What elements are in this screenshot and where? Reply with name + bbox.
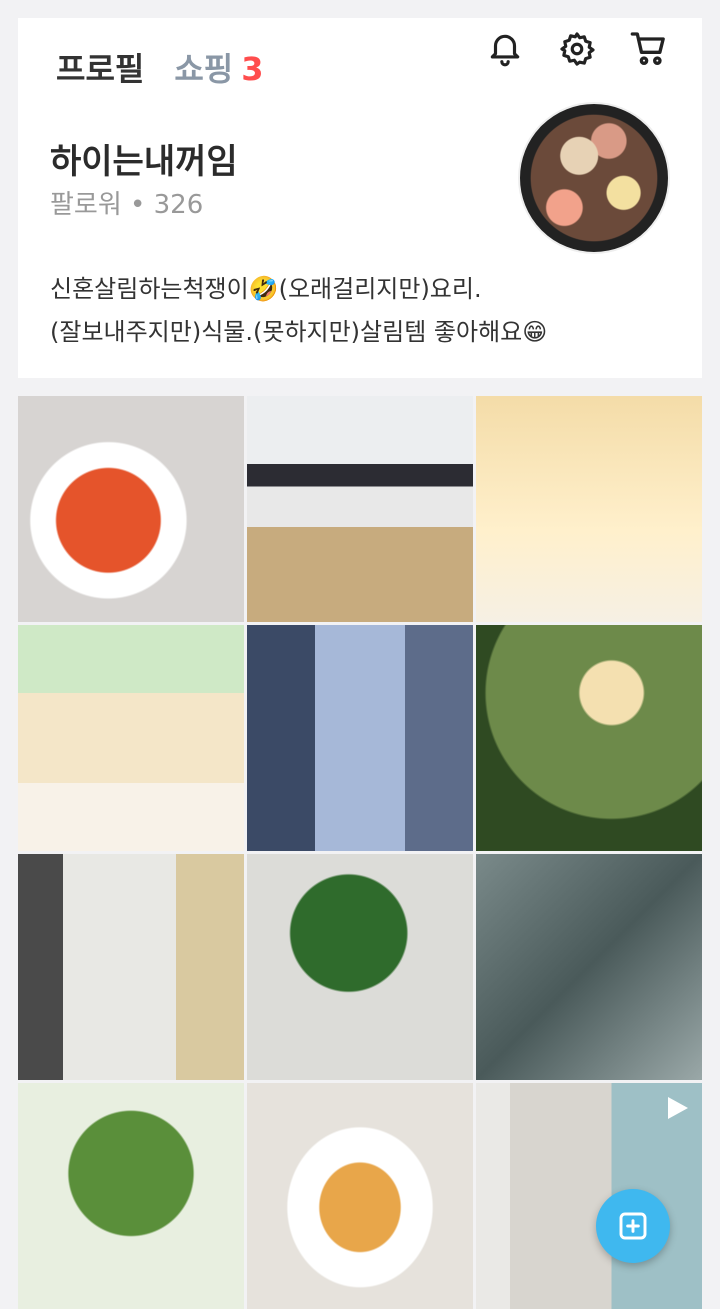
add-post-button[interactable] [596,1189,670,1263]
followers-count: 326 [153,190,204,220]
grid-video-blender[interactable] [476,1083,702,1309]
header-tabs: 프로필 쇼핑 3 [56,44,263,90]
gear-icon[interactable] [556,28,598,70]
cart-icon[interactable] [628,28,670,70]
dot-separator: • [130,190,154,220]
tab-profile[interactable]: 프로필 [56,44,144,90]
bell-icon[interactable] [484,28,526,70]
shopping-count-badge: 3 [241,50,264,88]
grid-photo-pasta[interactable] [18,396,244,622]
grid-photo-glass-cups[interactable] [247,625,473,851]
profile-bio: 신혼살림하는척쟁이🤣(오래걸리지만)요리. (잘보내주지만)식물.(못하지만)살… [50,268,690,354]
grid-photo-tomato-plant[interactable] [18,1083,244,1309]
grid-photo-camping-chairs[interactable] [476,854,702,1080]
bio-line-2: (잘보내주지만)식물.(못하지만)살림템 좋아해요😁 [50,318,548,346]
grid-photo-blender-beans[interactable] [18,854,244,1080]
avatar[interactable] [518,102,670,254]
tab-shopping-label: 쇼핑 [174,50,234,88]
grid-photo-living-room[interactable] [247,396,473,622]
photo-grid [18,396,702,1309]
profile-name: 하이는내꺼임 [50,142,238,182]
followers-label: 팔로워 [50,190,122,220]
grid-photo-game-icecream[interactable] [476,396,702,622]
followers-info[interactable]: 팔로워 • 326 [50,184,203,221]
tab-shopping[interactable]: 쇼핑 3 [174,44,263,90]
plus-square-icon [619,1212,647,1240]
grid-photo-monstera[interactable] [247,854,473,1080]
grid-photo-plants-sunset[interactable] [476,625,702,851]
header-actions [484,28,670,70]
bio-line-1: 신혼살림하는척쟁이🤣(오래걸리지만)요리. [50,275,482,303]
grid-photo-spaghetti[interactable] [247,1083,473,1309]
play-icon [668,1097,688,1119]
grid-photo-game-chick[interactable] [18,625,244,851]
profile-card: 프로필 쇼핑 3 하이는내꺼임 팔로워 • 326 신혼살림하는척쟁이🤣(오래걸… [18,18,702,378]
